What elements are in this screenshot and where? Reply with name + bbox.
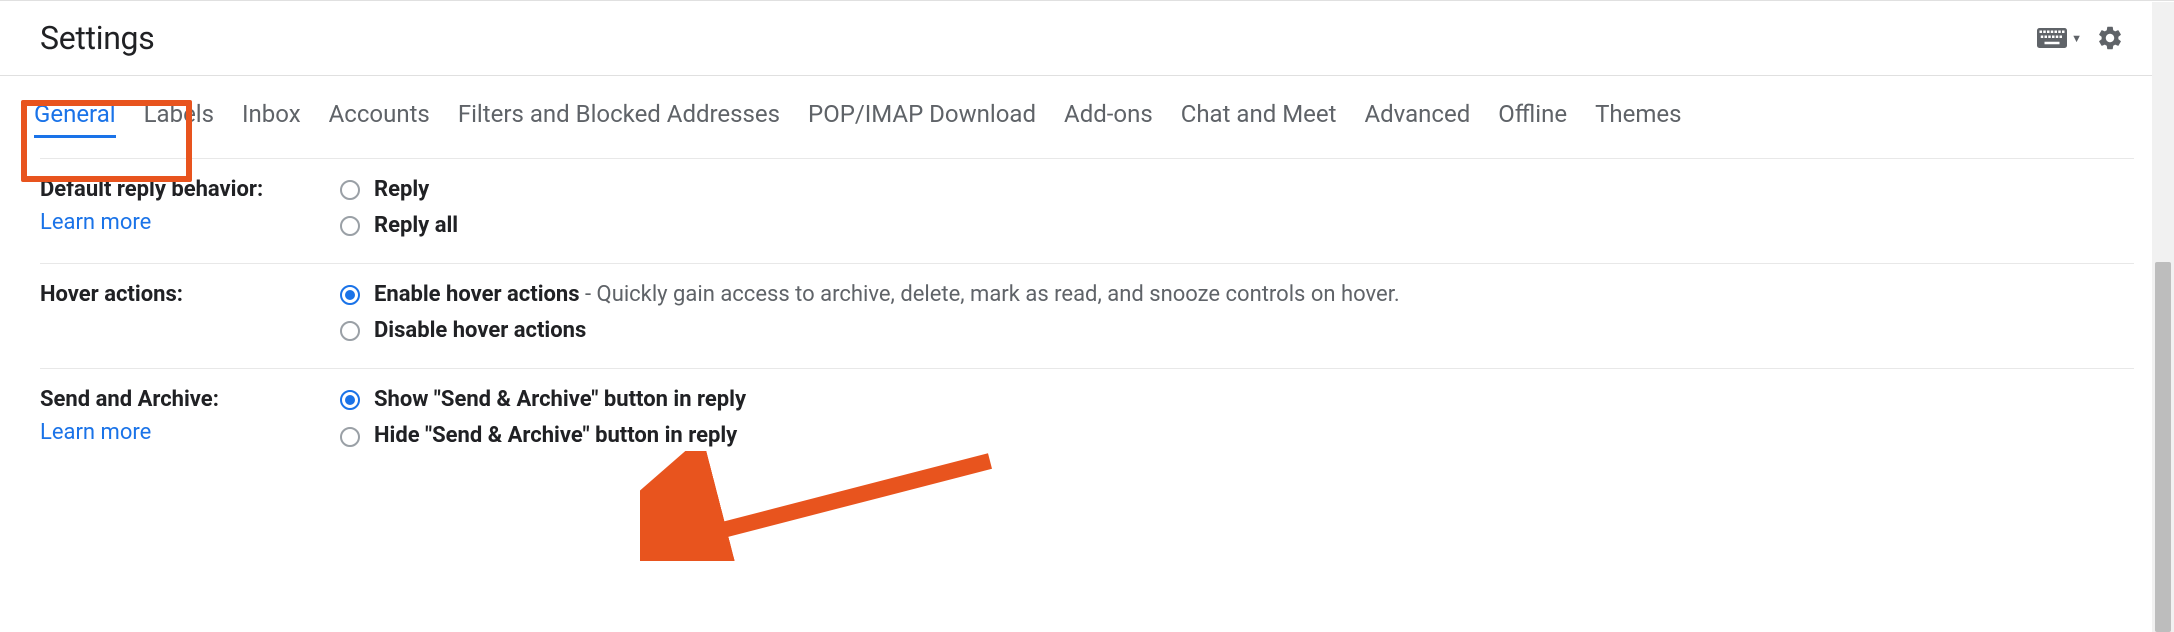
- setting-label: Send and Archive:: [40, 383, 340, 416]
- setting-row-hover-actions: Hover actions: Enable hover actions - Qu…: [40, 263, 2134, 368]
- tab-inbox[interactable]: Inbox: [228, 90, 315, 146]
- option-hide-send-archive[interactable]: Hide "Send & Archive" button in reply: [340, 419, 2134, 453]
- radio-button[interactable]: [340, 285, 360, 305]
- setting-label: Hover actions:: [40, 278, 340, 311]
- tab-chat-meet[interactable]: Chat and Meet: [1167, 90, 1351, 146]
- option-label: Show "Send & Archive" button in reply: [374, 383, 746, 417]
- setting-label: Default reply behavior:: [40, 173, 340, 206]
- setting-row-send-archive: Send and Archive: Learn more Show "Send …: [40, 368, 2134, 473]
- chevron-down-icon: ▼: [2071, 32, 2082, 45]
- option-reply[interactable]: Reply: [340, 173, 2134, 207]
- radio-button[interactable]: [340, 216, 360, 236]
- page-title: Settings: [40, 19, 154, 57]
- setting-row-default-reply: Default reply behavior: Learn more Reply…: [40, 158, 2134, 263]
- option-label: Reply all: [374, 209, 458, 243]
- radio-button[interactable]: [340, 321, 360, 341]
- tab-labels[interactable]: Labels: [130, 90, 228, 146]
- settings-tabs: General Labels Inbox Accounts Filters an…: [20, 76, 2154, 146]
- settings-content: Default reply behavior: Learn more Reply…: [0, 158, 2174, 474]
- option-disable-hover[interactable]: Disable hover actions: [340, 314, 2134, 348]
- tab-accounts[interactable]: Accounts: [315, 90, 444, 146]
- tabs-container: General Labels Inbox Accounts Filters an…: [0, 76, 2174, 146]
- option-label: Disable hover actions: [374, 314, 586, 348]
- radio-button[interactable]: [340, 390, 360, 410]
- scrollbar[interactable]: [2152, 2, 2174, 632]
- input-tools-button[interactable]: ▼: [2037, 28, 2082, 48]
- tab-pop-imap[interactable]: POP/IMAP Download: [794, 90, 1050, 146]
- option-reply-all[interactable]: Reply all: [340, 209, 2134, 243]
- radio-button[interactable]: [340, 180, 360, 200]
- tab-advanced[interactable]: Advanced: [1350, 90, 1484, 146]
- option-show-send-archive[interactable]: Show "Send & Archive" button in reply: [340, 383, 2134, 417]
- header-bar: Settings ▼: [0, 1, 2174, 76]
- radio-button[interactable]: [340, 427, 360, 447]
- header-tools: ▼: [2037, 24, 2124, 52]
- option-label: Enable hover actions: [374, 282, 580, 307]
- scrollbar-thumb[interactable]: [2155, 262, 2171, 632]
- option-label: Reply: [374, 173, 429, 207]
- tab-themes[interactable]: Themes: [1581, 90, 1695, 146]
- learn-more-link[interactable]: Learn more: [40, 416, 340, 449]
- option-label: Hide "Send & Archive" button in reply: [374, 419, 737, 453]
- tab-general[interactable]: General: [20, 90, 130, 146]
- tab-offline[interactable]: Offline: [1484, 90, 1581, 146]
- option-enable-hover[interactable]: Enable hover actions - Quickly gain acce…: [340, 278, 2134, 312]
- tab-filters[interactable]: Filters and Blocked Addresses: [444, 90, 794, 146]
- tab-addons[interactable]: Add-ons: [1050, 90, 1167, 146]
- option-description: - Quickly gain access to archive, delete…: [580, 282, 1400, 307]
- keyboard-icon: [2037, 28, 2067, 48]
- gear-icon[interactable]: [2096, 24, 2124, 52]
- learn-more-link[interactable]: Learn more: [40, 206, 340, 239]
